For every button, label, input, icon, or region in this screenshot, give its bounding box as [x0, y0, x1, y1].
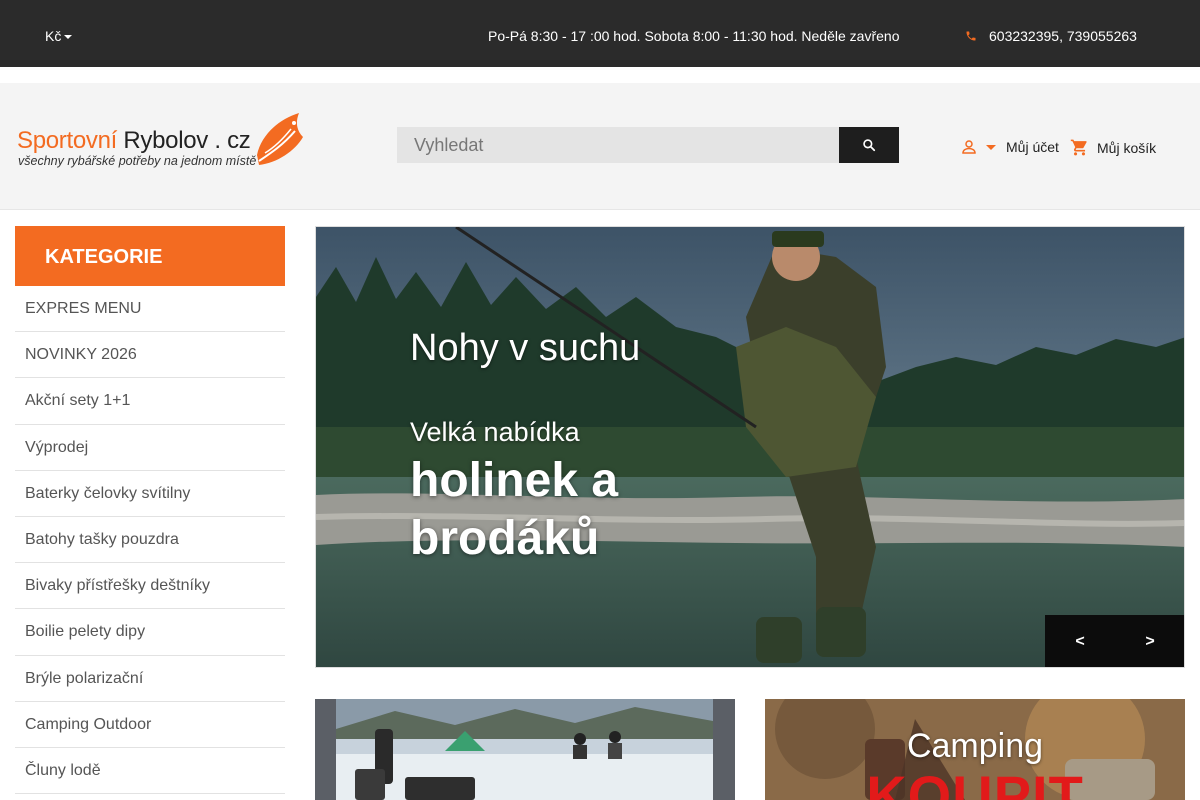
currency-selector[interactable]: Kč — [45, 28, 73, 44]
sidebar-item-bryle[interactable]: Brýle polarizační — [15, 656, 285, 702]
sidebar-item-batohy[interactable]: Batohy tašky pouzdra — [15, 517, 285, 564]
logo-tagline: všechny rybářské potřeby na jednom místě — [18, 154, 257, 168]
logo-wordmark: Sportovní Rybolov . cz — [17, 127, 251, 154]
sidebar-item-novinky[interactable]: NOVINKY 2026 — [15, 332, 285, 379]
user-icon — [962, 140, 976, 154]
spacer — [0, 67, 1200, 83]
hero-headline: holinek a brodáků — [410, 454, 619, 565]
hero-title: Nohy v suchu — [410, 327, 641, 369]
top-bar: Kč Po-Pá 8:30 - 17 :00 hod. Sobota 8:00 … — [0, 0, 1200, 67]
promo-tile-winter[interactable] — [315, 699, 735, 800]
sidebar-item-cluny[interactable]: Čluny lodě — [15, 748, 285, 795]
search-bar — [397, 127, 899, 163]
slider-prev-button[interactable]: < — [1045, 615, 1115, 667]
cart-link[interactable]: Můj košík — [1070, 138, 1156, 157]
sidebar-item-akcni-sety[interactable]: Akční sety 1+1 — [15, 378, 285, 425]
hero-subtitle: Velká nabídka — [410, 417, 580, 447]
phone-contact[interactable]: 603232395, 739055263 — [965, 28, 1137, 44]
sidebar-item-baterky[interactable]: Baterky čelovky svítilny — [15, 471, 285, 517]
currency-label: Kč — [45, 28, 62, 44]
category-sidebar: KATEGORIE EXPRES MENU NOVINKY 2026 Akční… — [15, 226, 285, 795]
search-input[interactable] — [397, 127, 839, 163]
sidebar-item-boilie[interactable]: Boilie pelety dipy — [15, 609, 285, 656]
chevron-down-icon — [986, 144, 996, 150]
opening-hours: Po-Pá 8:30 - 17 :00 hod. Sobota 8:00 - 1… — [488, 28, 900, 44]
account-menu[interactable]: Můj účet — [960, 138, 1059, 156]
cart-icon — [1070, 139, 1087, 156]
search-icon — [863, 139, 876, 152]
promo-tile-camping[interactable]: Camping KOUPIT — [765, 699, 1185, 800]
site-header: Sportovní Rybolov . cz všechny rybářské … — [0, 83, 1200, 210]
promo-camping-label: Camping — [906, 727, 1044, 765]
chevron-down-icon — [64, 34, 73, 39]
sidebar-item-bivaky[interactable]: Bivaky přístřešky deštníky — [15, 563, 285, 610]
sidebar-item-expres-menu[interactable]: EXPRES MENU — [15, 286, 285, 333]
category-title: KATEGORIE — [15, 226, 285, 286]
search-button[interactable] — [839, 127, 899, 163]
slider-next-button[interactable]: > — [1115, 615, 1184, 667]
phone-icon — [966, 31, 976, 41]
account-label: Můj účet — [1006, 139, 1059, 155]
fish-logo-icon — [257, 113, 303, 165]
hero-slider[interactable]: Nohy v suchu Velká nabídka holinek a bro… — [315, 226, 1185, 668]
sidebar-item-camping[interactable]: Camping Outdoor — [15, 702, 285, 748]
cart-label: Můj košík — [1097, 139, 1157, 156]
slider-controls: < > — [1045, 615, 1184, 667]
promo-image-ice-fishing — [315, 699, 735, 800]
site-logo[interactable]: Sportovní Rybolov . cz všechny rybářské … — [17, 111, 307, 173]
promo-camping-cta: KOUPIT — [866, 764, 1084, 800]
sidebar-item-vyprodej[interactable]: Výprodej — [15, 425, 285, 471]
phone-numbers: 603232395, 739055263 — [989, 28, 1137, 44]
